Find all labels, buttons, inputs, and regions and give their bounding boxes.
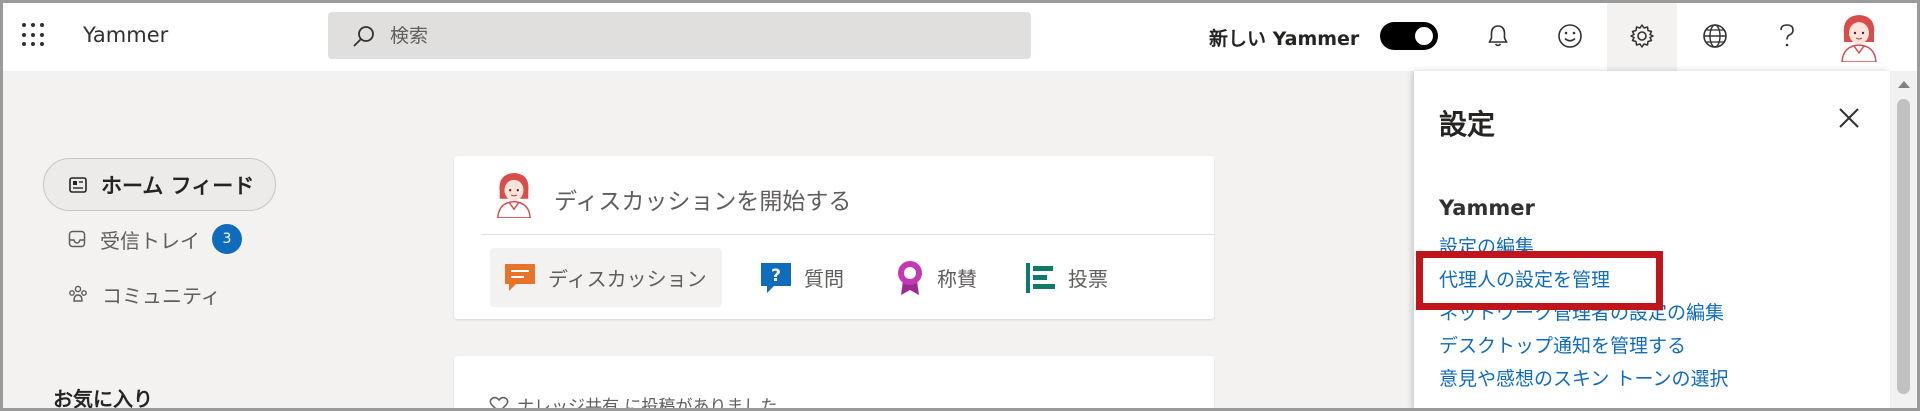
notifications-button[interactable] (1463, 0, 1533, 71)
search-icon (353, 25, 374, 47)
settings-title: 設定 (1439, 108, 1496, 141)
people-icon (69, 285, 87, 302)
new-yammer-label: 新しい Yammer (1209, 28, 1360, 50)
globe-icon (1703, 23, 1727, 48)
network-admin-settings-link[interactable]: ネットワーク管理者の設定の編集 (1439, 298, 1724, 325)
skin-tone-link[interactable]: 意見や感想のスキン トーンの選択 (1439, 364, 1729, 391)
search-box[interactable] (328, 12, 1031, 59)
gear-icon (1630, 23, 1654, 48)
section-title-yammer: Yammer (1439, 196, 1535, 220)
tab-praise[interactable]: 称賛 (893, 248, 977, 307)
tab-question[interactable]: ? 質問 (758, 248, 844, 307)
nav-home-label: ホーム フィード (101, 173, 255, 198)
news-icon (69, 176, 87, 193)
post-header: ナレッジ共有 に投稿がありました (489, 392, 777, 411)
nav-communities-label: コミュニティ (102, 283, 221, 308)
desktop-notifications-link[interactable]: デスクトップ通知を管理する (1439, 331, 1686, 358)
manage-delegate-link[interactable]: 代理人の設定を管理 (1439, 265, 1610, 292)
feed-post-card: ナレッジ共有 に投稿がありました (454, 356, 1214, 411)
language-button[interactable] (1680, 0, 1750, 71)
search-input[interactable] (390, 24, 990, 47)
nav-inbox[interactable]: 受信トレイ 3 (68, 222, 242, 256)
poll-icon (1026, 262, 1055, 293)
tab-discussion-label: ディスカッション (548, 267, 707, 291)
praise-icon (898, 260, 922, 295)
nav-inbox-label: 受信トレイ (100, 228, 200, 253)
divider (482, 234, 1214, 235)
close-button[interactable] (1834, 103, 1864, 133)
help-icon (1780, 23, 1794, 46)
user-avatar (497, 173, 531, 218)
top-bar: Yammer 新しい Yammer (0, 0, 1920, 71)
help-button[interactable] (1752, 0, 1822, 71)
scrollbar[interactable] (1890, 71, 1917, 408)
tab-poll[interactable]: 投票 (1024, 248, 1108, 307)
nav-home-feed[interactable]: ホーム フィード (43, 158, 276, 211)
tab-discussion[interactable]: ディスカッション (490, 248, 722, 307)
discussion-icon (505, 263, 535, 291)
app-name[interactable]: Yammer (83, 23, 168, 47)
feedback-button[interactable] (1535, 0, 1605, 71)
new-yammer-toggle[interactable] (1380, 22, 1438, 50)
close-icon (1839, 108, 1859, 128)
scroll-up-arrow-icon[interactable] (1898, 81, 1910, 88)
tab-question-label: 質問 (804, 267, 844, 291)
inbox-icon (68, 230, 86, 248)
edit-settings-link[interactable]: 設定の編集 (1439, 232, 1534, 259)
question-icon: ? (761, 262, 791, 293)
inbox-count-badge: 3 (212, 224, 242, 254)
favorites-heading: お気に入り (53, 387, 153, 411)
smiley-icon (1558, 23, 1582, 48)
scrollbar-thumb[interactable] (1897, 99, 1910, 394)
user-avatar[interactable] (1838, 12, 1880, 62)
heart-icon (489, 396, 509, 411)
start-discussion-prompt[interactable]: ディスカッションを開始する (554, 182, 851, 216)
nav-communities[interactable]: コミュニティ (68, 277, 221, 311)
bell-icon (1488, 24, 1508, 46)
app-launcher-waffle-icon[interactable] (22, 23, 46, 47)
settings-button[interactable] (1607, 0, 1677, 71)
post-header-text: ナレッジ共有 に投稿がありました (517, 397, 778, 411)
tab-poll-label: 投票 (1068, 267, 1108, 291)
tab-praise-label: 称賛 (937, 267, 977, 291)
svg-text:?: ? (771, 266, 781, 286)
settings-panel: 設定 Yammer 設定の編集 代理人の設定を管理 ネットワーク管理者の設定の編… (1414, 71, 1890, 411)
publisher-card: ディスカッションを開始する ディスカッション ? 質問 称賛 投票 (454, 156, 1214, 319)
